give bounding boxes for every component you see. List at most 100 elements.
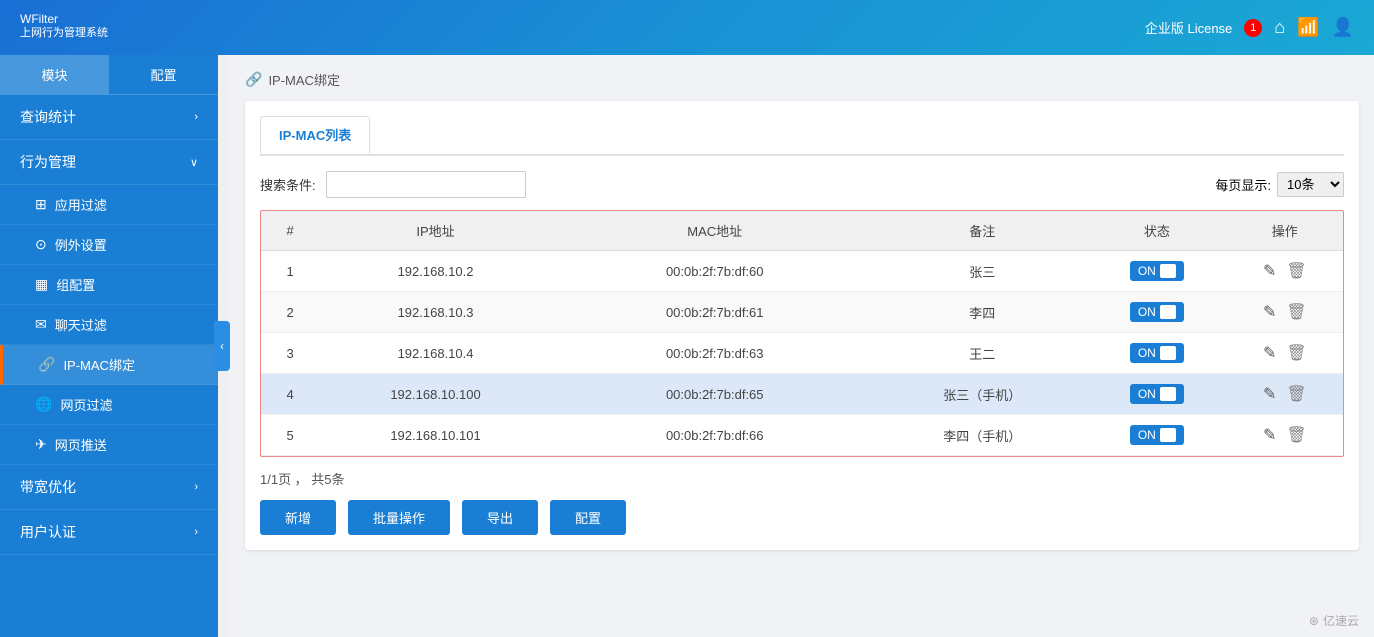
sidebar-item-app-filter[interactable]: ⊞ 应用过滤: [0, 185, 218, 225]
sidebar-item-web-push[interactable]: ✈ 网页推送: [0, 425, 218, 465]
content-area: 🔗 IP-MAC绑定 IP-MAC列表 搜索条件: 每页显示: 10条 20条 …: [230, 55, 1374, 637]
sidebar-tab-config[interactable]: 配置: [109, 55, 218, 94]
cell-note: 张三: [878, 251, 1087, 292]
delete-icon[interactable]: 🗑: [1286, 384, 1306, 404]
link-icon: 🔗: [38, 356, 55, 373]
chevron-right-icon: ›: [194, 481, 198, 493]
wifi-icon[interactable]: 📶: [1297, 17, 1319, 38]
cell-ip: 192.168.10.4: [319, 333, 552, 374]
add-button[interactable]: 新增: [260, 500, 336, 535]
search-label: 搜索条件:: [260, 175, 316, 194]
sidebar-item-bandwidth[interactable]: 带宽优化 ›: [0, 465, 218, 510]
sidebar-item-behavior-mgmt[interactable]: 行为管理 ∨: [0, 140, 218, 185]
toggle-status-button[interactable]: ON: [1130, 425, 1184, 445]
cell-id: 1: [261, 251, 319, 292]
cell-mac: 00:0b:2f:7b:df:61: [552, 292, 878, 333]
export-button[interactable]: 导出: [462, 500, 538, 535]
cell-mac: 00:0b:2f:7b:df:63: [552, 333, 878, 374]
col-header-status: 状态: [1087, 211, 1227, 251]
col-header-note: 备注: [878, 211, 1087, 251]
table-row: 1 192.168.10.2 00:0b:2f:7b:df:60 张三 ON ✎…: [261, 251, 1343, 292]
batch-button[interactable]: 批量操作: [348, 500, 450, 535]
user-icon[interactable]: 👤: [1332, 17, 1354, 38]
edit-icon[interactable]: ✎: [1263, 343, 1276, 363]
sidebar-item-web-filter[interactable]: 🌐 网页过滤: [0, 385, 218, 425]
home-icon[interactable]: ⌂: [1274, 17, 1285, 38]
sidebar-item-label: 查询统计: [20, 107, 76, 127]
sidebar-item-group-config[interactable]: ▦ 组配置: [0, 265, 218, 305]
logo-subtitle: 上网行为管理系统: [20, 24, 108, 40]
cell-status: ON: [1087, 374, 1227, 415]
cell-mac: 00:0b:2f:7b:df:60: [552, 251, 878, 292]
per-page-select[interactable]: 10条 20条 50条 100条: [1277, 172, 1344, 197]
sidebar-item-chat-filter[interactable]: ✉ 聊天过滤: [0, 305, 218, 345]
toggle-status-button[interactable]: ON: [1130, 343, 1184, 363]
delete-icon[interactable]: 🗑: [1286, 261, 1306, 281]
chevron-down-icon: ∨: [190, 156, 198, 169]
chevron-right-icon: ›: [194, 111, 198, 123]
card-tabs: IP-MAC列表: [260, 116, 1344, 156]
chat-icon: ✉: [35, 316, 47, 333]
edit-icon[interactable]: ✎: [1263, 384, 1276, 404]
cell-note: 李四: [878, 292, 1087, 333]
header-right: 企业版 License 1 ⌂ 📶 👤: [1145, 17, 1354, 38]
delete-icon[interactable]: 🗑: [1286, 343, 1306, 363]
cell-id: 5: [261, 415, 319, 456]
logo: WFilter 上网行为管理系统: [20, 16, 108, 40]
search-bar: 搜索条件: 每页显示: 10条 20条 50条 100条: [260, 171, 1344, 198]
toggle-status-button[interactable]: ON: [1130, 302, 1184, 322]
sidebar-item-label: 组配置: [56, 275, 95, 294]
footer-brand: ⊛ 亿速云: [1309, 612, 1359, 629]
data-table-wrapper: # IP地址 MAC地址 备注 状态 操作 1 192.168.10.2 00:…: [260, 210, 1344, 457]
edit-icon[interactable]: ✎: [1263, 425, 1276, 445]
sidebar-tab-module[interactable]: 模块: [0, 55, 109, 94]
cell-note: 王二: [878, 333, 1087, 374]
send-icon: ✈: [35, 436, 47, 453]
search-input[interactable]: [326, 171, 526, 198]
cell-action: ✎ 🗑: [1227, 251, 1343, 292]
table-row: 5 192.168.10.101 00:0b:2f:7b:df:66 李四（手机…: [261, 415, 1343, 456]
cell-id: 3: [261, 333, 319, 374]
cell-ip: 192.168.10.101: [319, 415, 552, 456]
sidebar-item-ip-mac[interactable]: 🔗 IP-MAC绑定: [0, 345, 218, 385]
breadcrumb-text: IP-MAC绑定: [268, 70, 340, 89]
delete-icon[interactable]: 🗑: [1286, 425, 1306, 445]
cell-status: ON: [1087, 333, 1227, 374]
col-header-hash: #: [261, 211, 319, 251]
sidebar-item-label: 用户认证: [20, 522, 76, 542]
sidebar-item-query-stats[interactable]: 查询统计 ›: [0, 95, 218, 140]
per-page-label: 每页显示:: [1215, 175, 1271, 194]
circle-icon: ⊙: [35, 236, 47, 253]
col-header-action: 操作: [1227, 211, 1343, 251]
cell-ip: 192.168.10.2: [319, 251, 552, 292]
delete-icon[interactable]: 🗑: [1286, 302, 1306, 322]
sidebar-item-exception[interactable]: ⊙ 例外设置: [0, 225, 218, 265]
bottom-buttons: 新增 批量操作 导出 配置: [260, 500, 1344, 535]
sidebar-tabs: 模块 配置: [0, 55, 218, 95]
sidebar-item-label: 聊天过滤: [55, 315, 107, 334]
sidebar-item-label: IP-MAC绑定: [63, 355, 135, 374]
ip-mac-table: # IP地址 MAC地址 备注 状态 操作 1 192.168.10.2 00:…: [261, 211, 1343, 456]
sidebar-item-label: 带宽优化: [20, 477, 76, 497]
cell-action: ✎ 🗑: [1227, 415, 1343, 456]
table-row: 3 192.168.10.4 00:0b:2f:7b:df:63 王二 ON ✎…: [261, 333, 1343, 374]
web-icon: 🌐: [35, 396, 52, 413]
sidebar: 模块 配置 查询统计 › 行为管理 ∨ ⊞ 应用过滤 ⊙ 例外设置 ▦ 组配置 …: [0, 55, 218, 637]
cell-action: ✎ 🗑: [1227, 333, 1343, 374]
collapse-icon: ‹: [220, 339, 224, 353]
sidebar-item-user-auth[interactable]: 用户认证 ›: [0, 510, 218, 555]
toggle-status-button[interactable]: ON: [1130, 261, 1184, 281]
toggle-status-button[interactable]: ON: [1130, 384, 1184, 404]
pagination-info: 1/1页 ， 共5条: [260, 469, 1344, 488]
grid-icon: ⊞: [35, 196, 47, 213]
group-icon: ▦: [35, 276, 48, 293]
sidebar-collapse-arrow[interactable]: ‹: [214, 321, 230, 371]
tab-ip-mac-list[interactable]: IP-MAC列表: [260, 116, 370, 154]
cell-status: ON: [1087, 292, 1227, 333]
edit-icon[interactable]: ✎: [1263, 261, 1276, 281]
cell-mac: 00:0b:2f:7b:df:65: [552, 374, 878, 415]
config-button[interactable]: 配置: [550, 500, 626, 535]
edit-icon[interactable]: ✎: [1263, 302, 1276, 322]
cell-ip: 192.168.10.3: [319, 292, 552, 333]
notification-badge[interactable]: 1: [1244, 19, 1262, 37]
